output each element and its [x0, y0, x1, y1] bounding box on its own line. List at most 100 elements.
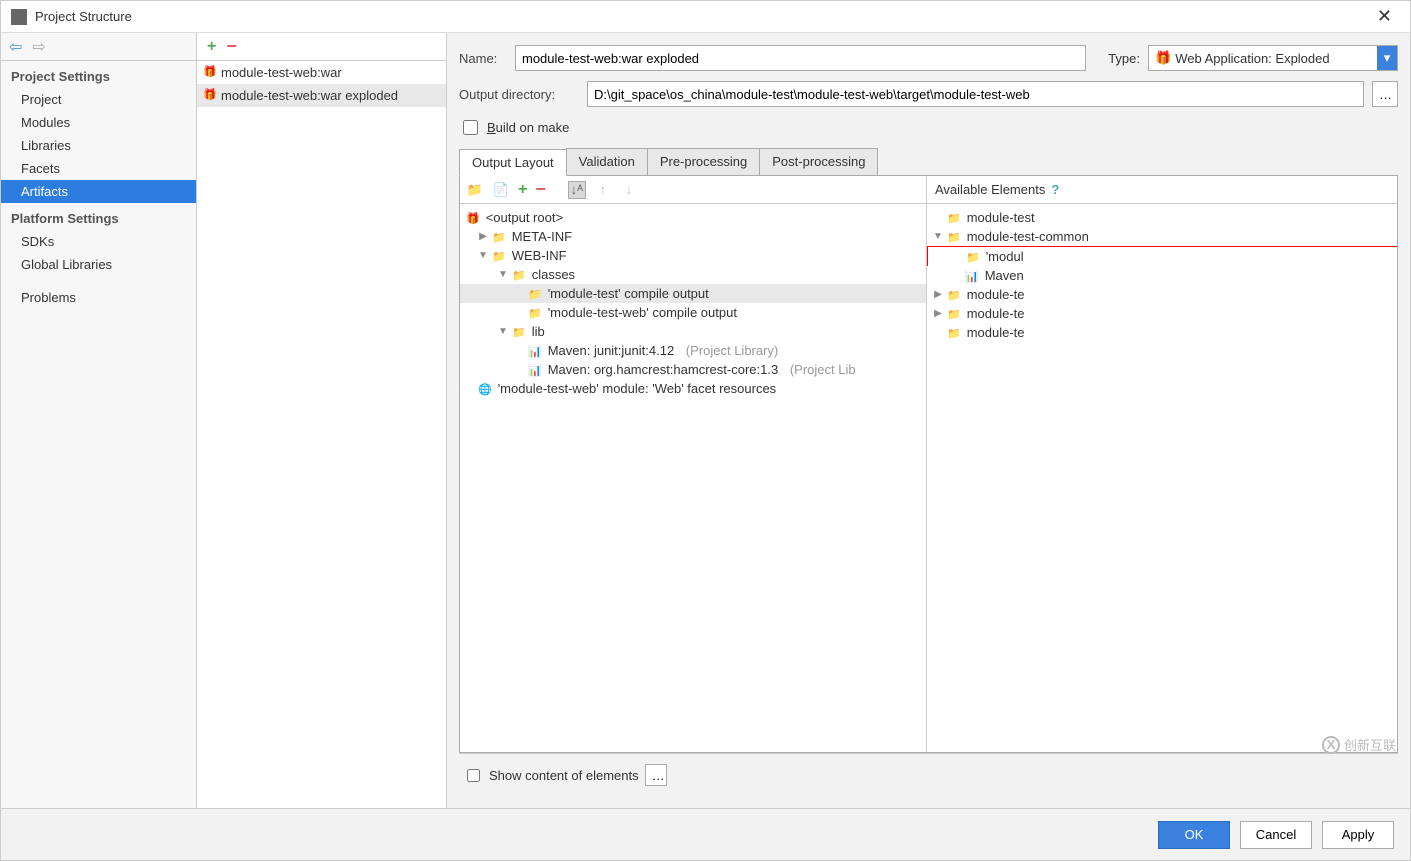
- sidebar-item-modules[interactable]: Modules: [1, 111, 196, 134]
- gift-icon: [466, 210, 482, 225]
- avail-module-te2[interactable]: module-te: [967, 306, 1025, 321]
- chevron-down-icon[interactable]: ▼: [498, 269, 508, 280]
- show-content-browse[interactable]: …: [645, 764, 667, 786]
- show-content-label: Show content of elements: [489, 768, 639, 783]
- artifacts-toolbar: + −: [197, 33, 446, 61]
- library-icon: [965, 268, 981, 283]
- folder-icon: [512, 324, 528, 339]
- tree-node-hamcrest[interactable]: Maven: org.hamcrest:hamcrest-core:1.3: [548, 362, 778, 377]
- tree-node-lib[interactable]: lib: [532, 324, 545, 339]
- output-dir-input[interactable]: [587, 81, 1364, 107]
- avail-module-te3[interactable]: module-te: [967, 325, 1025, 340]
- output-tree[interactable]: <output root> ▶ META-INF ▼ WEB-INF ▼ classe…: [460, 204, 926, 752]
- cancel-button[interactable]: Cancel: [1240, 821, 1312, 849]
- folder-icon: [947, 210, 963, 225]
- folder-icon: [966, 249, 982, 264]
- tab-output-layout[interactable]: Output Layout: [459, 149, 567, 176]
- group-project-settings: Project Settings: [1, 61, 196, 88]
- show-content-checkbox[interactable]: [467, 769, 480, 782]
- sidebar-nav: ⇦ ⇨: [1, 33, 196, 61]
- available-header: Available Elements: [935, 182, 1045, 197]
- close-icon[interactable]: ✕: [1369, 6, 1400, 27]
- titlebar: Project Structure ✕: [1, 1, 1410, 33]
- available-elements-pane: Available Elements ? module-test ▼module…: [927, 176, 1397, 752]
- config-tabs: Output Layout Validation Pre-processing …: [459, 148, 1398, 176]
- sort-icon[interactable]: ↓ᴬ: [568, 181, 586, 199]
- tab-post-processing[interactable]: Post-processing: [759, 148, 878, 175]
- folder-icon: [947, 306, 963, 321]
- sidebar-item-global-libraries[interactable]: Global Libraries: [1, 253, 196, 276]
- folder-icon: [947, 229, 963, 244]
- avail-mtc-maven[interactable]: Maven: [985, 268, 1024, 283]
- library-icon: [528, 343, 544, 358]
- settings-sidebar: ⇦ ⇨ Project Settings Project Modules Lib…: [1, 33, 197, 808]
- avail-module-test-common[interactable]: module-test-common: [967, 229, 1089, 244]
- output-dir-label: Output directory:: [459, 87, 579, 102]
- folder-icon: [528, 305, 544, 320]
- available-tree[interactable]: module-test ▼ module-test-common 'modul M…: [927, 204, 1397, 752]
- tree-node-web-facet[interactable]: 'module-test-web' module: 'Web' facet re…: [498, 381, 776, 396]
- remove-artifact-button[interactable]: −: [226, 36, 237, 57]
- chevron-right-icon[interactable]: ▶: [478, 231, 488, 242]
- tree-node-webinf[interactable]: WEB-INF: [512, 248, 567, 263]
- chevron-right-icon[interactable]: ▶: [933, 289, 943, 300]
- group-platform-settings: Platform Settings: [1, 203, 196, 230]
- move-up-icon[interactable]: ↑: [594, 181, 612, 199]
- tree-node-mt-compile[interactable]: 'module-test' compile output: [548, 286, 709, 301]
- window-title: Project Structure: [35, 9, 132, 24]
- tree-node-junit[interactable]: Maven: junit:junit:4.12: [548, 343, 674, 358]
- avail-module-test[interactable]: module-test: [967, 210, 1035, 225]
- new-folder-icon[interactable]: 📁: [466, 181, 484, 199]
- artifact-config-panel: Name: Type: 🎁 Web Application: Exploded …: [447, 33, 1410, 808]
- library-icon: [528, 362, 544, 377]
- back-icon[interactable]: ⇦: [9, 37, 22, 57]
- avail-mtc-module[interactable]: 'modul: [986, 249, 1024, 264]
- folder-icon: [947, 325, 963, 340]
- new-file-icon[interactable]: 📄: [492, 181, 510, 199]
- sidebar-item-project[interactable]: Project: [1, 88, 196, 111]
- sidebar-item-artifacts[interactable]: Artifacts: [1, 180, 196, 203]
- tree-add-button[interactable]: +: [518, 181, 527, 199]
- tab-pre-processing[interactable]: Pre-processing: [647, 148, 760, 175]
- web-icon: [478, 381, 494, 396]
- name-label: Name:: [459, 51, 507, 66]
- move-down-icon[interactable]: ↓: [620, 181, 638, 199]
- tree-node-metainf[interactable]: META-INF: [512, 229, 572, 244]
- type-select[interactable]: 🎁 Web Application: Exploded ▾: [1148, 45, 1398, 71]
- sidebar-item-problems[interactable]: Problems: [1, 286, 196, 309]
- browse-button[interactable]: …: [1372, 81, 1398, 107]
- chevron-right-icon[interactable]: ▶: [933, 308, 943, 319]
- chevron-down-icon[interactable]: ▼: [478, 250, 488, 261]
- tree-root: <output root>: [486, 210, 563, 225]
- name-input[interactable]: [515, 45, 1086, 71]
- chevron-down-icon[interactable]: ▼: [933, 231, 943, 242]
- output-layout-tree-pane: 📁 📄 + − ↓ᴬ ↑ ↓ <output root> ▶ META-INF ▼…: [460, 176, 927, 752]
- folder-icon: [492, 229, 508, 244]
- dialog-footer: OK Cancel Apply: [1, 808, 1410, 860]
- type-label: Type:: [1108, 51, 1140, 66]
- tab-validation[interactable]: Validation: [566, 148, 648, 175]
- forward-icon[interactable]: ⇨: [32, 37, 45, 57]
- add-artifact-button[interactable]: +: [207, 38, 216, 56]
- ok-button[interactable]: OK: [1158, 821, 1230, 849]
- apply-button[interactable]: Apply: [1322, 821, 1394, 849]
- chevron-down-icon[interactable]: ▼: [498, 326, 508, 337]
- tree-toolbar: 📁 📄 + − ↓ᴬ ↑ ↓: [460, 176, 926, 204]
- artifact-item-war[interactable]: module-test-web:war: [197, 61, 446, 84]
- sidebar-item-facets[interactable]: Facets: [1, 157, 196, 180]
- sidebar-item-sdks[interactable]: SDKs: [1, 230, 196, 253]
- note: (Project Lib: [790, 362, 856, 377]
- build-on-make-checkbox[interactable]: [463, 120, 478, 135]
- avail-module-te1[interactable]: module-te: [967, 287, 1025, 302]
- folder-icon: [512, 267, 528, 282]
- sidebar-item-libraries[interactable]: Libraries: [1, 134, 196, 157]
- folder-icon: [528, 286, 544, 301]
- tree-node-mtw-compile[interactable]: 'module-test-web' compile output: [548, 305, 737, 320]
- help-icon[interactable]: ?: [1051, 182, 1059, 197]
- artifact-item-war-exploded[interactable]: module-test-web:war exploded: [197, 84, 446, 107]
- note: (Project Library): [686, 343, 778, 358]
- chevron-down-icon: ▾: [1377, 46, 1397, 70]
- tree-remove-button[interactable]: −: [535, 179, 546, 200]
- app-icon: [11, 9, 27, 25]
- tree-node-classes[interactable]: classes: [532, 267, 575, 282]
